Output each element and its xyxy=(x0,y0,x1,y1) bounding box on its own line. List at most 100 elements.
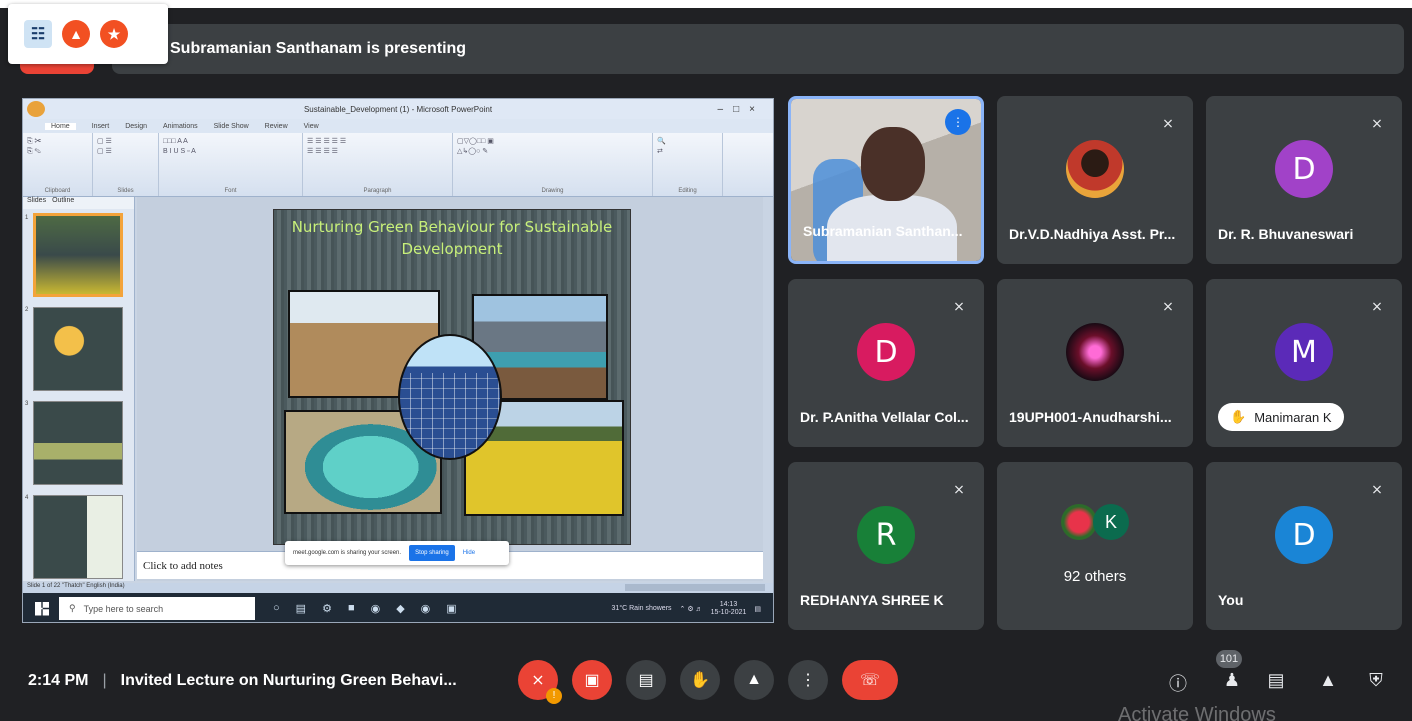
camera-toggle-button[interactable]: ▣ xyxy=(572,660,612,700)
office-button[interactable] xyxy=(27,101,45,117)
participant-tile-speaker[interactable]: ⋮ Subramanian Santhan... xyxy=(788,96,984,264)
profile-icon[interactable]: ☷ xyxy=(24,20,52,48)
stop-sharing-button[interactable]: Stop sharing xyxy=(409,545,455,561)
taskbar-search[interactable]: ⚲ Type here to search xyxy=(59,597,255,620)
clock-time: 14:13 xyxy=(719,600,738,608)
search-icon: ⚲ xyxy=(69,603,76,613)
app-icon[interactable]: ◆ xyxy=(396,602,404,615)
captions-button[interactable]: ▤ xyxy=(626,660,666,700)
meeting-title[interactable]: Invited Lecture on Nurturing Green Behav… xyxy=(121,672,457,690)
edge-icon[interactable]: ◉ xyxy=(421,602,431,615)
system-tray: 31°C Rain showers ⌃ ⚙ ♬ 14:13 15-10-2021 … xyxy=(612,601,761,617)
self-tile[interactable]: ⨯ D You xyxy=(1206,462,1402,630)
tab-outline[interactable]: Outline xyxy=(52,197,74,209)
avatar: R xyxy=(857,506,915,564)
ribbon-group-font: □□□ A AB I U S ▫ A Font xyxy=(159,133,303,196)
ribbon-group-paragraph: ☰ ☰ ☰ ☰ ☰ ☰ ☰ ☰ ☰ Paragraph xyxy=(303,133,453,196)
mic-off-icon: ⨯ xyxy=(1162,115,1174,131)
powerpoint-icon[interactable]: ▣ xyxy=(446,602,456,615)
tab-review[interactable]: Review xyxy=(265,123,288,130)
leave-call-button[interactable]: ☏ xyxy=(842,660,898,700)
people-button[interactable]: 101 ♟ xyxy=(1216,650,1244,694)
window-controls[interactable]: –□× xyxy=(718,104,765,115)
status-text: Slide 1 of 22 "Thatch" English (India) xyxy=(27,583,125,589)
participant-tile[interactable]: ⨯ D Dr. P.Anitha Vellalar Col... xyxy=(788,279,984,447)
others-count: 92 others xyxy=(1063,568,1127,585)
ppt-title-bar: Sustainable_Development (1) - Microsoft … xyxy=(23,99,773,119)
meeting-details-button[interactable]: ⓘ xyxy=(1166,670,1190,694)
settings-icon[interactable]: ⚙ xyxy=(322,602,332,615)
hang-up-icon: ☏ xyxy=(859,672,880,689)
participant-tile[interactable]: ⨯ R REDHANYA SHREE K xyxy=(788,462,984,630)
chrome-icon[interactable]: ◉ xyxy=(371,602,381,615)
task-view-icon[interactable]: ▤ xyxy=(296,602,306,615)
participant-tile[interactable]: ⨯ D Dr. R. Bhuvaneswari xyxy=(1206,96,1402,264)
avatar: K xyxy=(1093,504,1129,540)
tab-home[interactable]: Home xyxy=(45,122,76,130)
raised-hand-chip: ✋ Manimaran K xyxy=(1218,403,1344,431)
participant-name: You xyxy=(1218,592,1244,608)
slide-editor: Nurturing Green Behaviour for Sustainabl… xyxy=(137,197,763,581)
ribbon-group-slides: ▢ ☰ ▢ ☰ Slides xyxy=(93,133,159,196)
participant-count-badge: 101 xyxy=(1216,650,1242,668)
mic-off-icon: ⨯ xyxy=(953,481,965,497)
activities-button[interactable]: ▲ xyxy=(1316,670,1340,694)
speaker-head xyxy=(861,127,925,201)
cortana-icon[interactable]: ○ xyxy=(273,602,280,615)
slide-thumbnail[interactable] xyxy=(33,401,123,485)
mic-toggle-button[interactable]: ⨯! xyxy=(518,660,562,704)
extension-icon[interactable]: ▲ xyxy=(62,20,90,48)
raise-hand-button[interactable]: ✋ xyxy=(680,660,720,700)
windows-start-icon[interactable] xyxy=(35,601,49,616)
chat-button[interactable]: ▤ xyxy=(1264,670,1288,694)
others-tile[interactable]: K 92 others xyxy=(997,462,1193,630)
ppt-body: Slides Outline 1 2 3 4 Nurturing Green B… xyxy=(23,197,773,581)
slide-thumbnail[interactable] xyxy=(33,213,123,297)
mic-off-icon: ⨯ xyxy=(1371,298,1383,314)
participant-tile[interactable]: ⨯ Dr.V.D.Nadhiya Asst. Pr... xyxy=(997,96,1193,264)
present-now-button[interactable]: ▲ xyxy=(734,660,774,700)
camera-off-icon: ▣ xyxy=(584,672,600,689)
activities-icon: ▲ xyxy=(1319,670,1337,690)
tab-slides[interactable]: Slides xyxy=(27,197,46,209)
hand-icon: ✋ xyxy=(690,672,710,689)
extension-icon[interactable]: ★ xyxy=(100,20,128,48)
mic-off-icon: ⨯ xyxy=(953,298,965,314)
notifications-icon[interactable]: ▤ xyxy=(754,605,761,613)
tray-icons[interactable]: ⌃ ⚙ ♬ xyxy=(680,605,703,613)
participant-tile[interactable]: ⨯ 19UPH001-Anudharshi... xyxy=(997,279,1193,447)
zoom-slider[interactable] xyxy=(625,584,765,591)
mic-off-icon: ⨯ xyxy=(1371,115,1383,131)
clock[interactable]: 14:13 15-10-2021 xyxy=(711,601,747,617)
tab-view[interactable]: View xyxy=(304,123,319,130)
tab-animations[interactable]: Animations xyxy=(163,123,198,130)
speaking-indicator-icon: ⋮ xyxy=(945,109,971,135)
pane-tabs: Slides Outline xyxy=(23,197,134,209)
top-strip xyxy=(0,0,1412,8)
more-options-button[interactable]: ⋮ xyxy=(788,660,828,700)
participant-name: Manimaran K xyxy=(1254,409,1332,425)
host-controls-button[interactable]: ⛨ xyxy=(1364,670,1388,694)
present-icon: ▲ xyxy=(746,671,762,688)
group-label: Clipboard xyxy=(44,188,71,194)
participant-name: REDHANYA SHREE K xyxy=(800,592,944,608)
meeting-time: 2:14 PM xyxy=(28,672,89,689)
slide-thumbnail[interactable] xyxy=(33,495,123,579)
tab-design[interactable]: Design xyxy=(125,123,147,130)
tab-insert[interactable]: Insert xyxy=(92,123,110,130)
weather-text[interactable]: 31°C Rain showers xyxy=(612,605,672,612)
avatar xyxy=(1066,323,1124,381)
thumb-number: 2 xyxy=(25,307,29,313)
file-explorer-icon[interactable]: ■ xyxy=(348,602,355,615)
current-slide[interactable]: Nurturing Green Behaviour for Sustainabl… xyxy=(273,209,631,545)
search-placeholder: Type here to search xyxy=(83,603,164,614)
hide-button[interactable]: Hide xyxy=(463,550,475,556)
tab-slide-show[interactable]: Slide Show xyxy=(214,123,249,130)
share-message: meet.google.com is sharing your screen. xyxy=(293,550,402,556)
participant-tile[interactable]: ⨯ M ✋ Manimaran K xyxy=(1206,279,1402,447)
slide-thumbnail[interactable] xyxy=(33,307,123,391)
people-icon: ♟ xyxy=(1223,670,1241,690)
ribbon: ⎘ ✂ ⎘ ✎ Clipboard ▢ ☰ ▢ ☰ Slides □□□ A AB I … xyxy=(23,133,773,197)
others-avatars: K xyxy=(1061,504,1129,540)
mic-off-icon: ⨯ xyxy=(1162,298,1174,314)
